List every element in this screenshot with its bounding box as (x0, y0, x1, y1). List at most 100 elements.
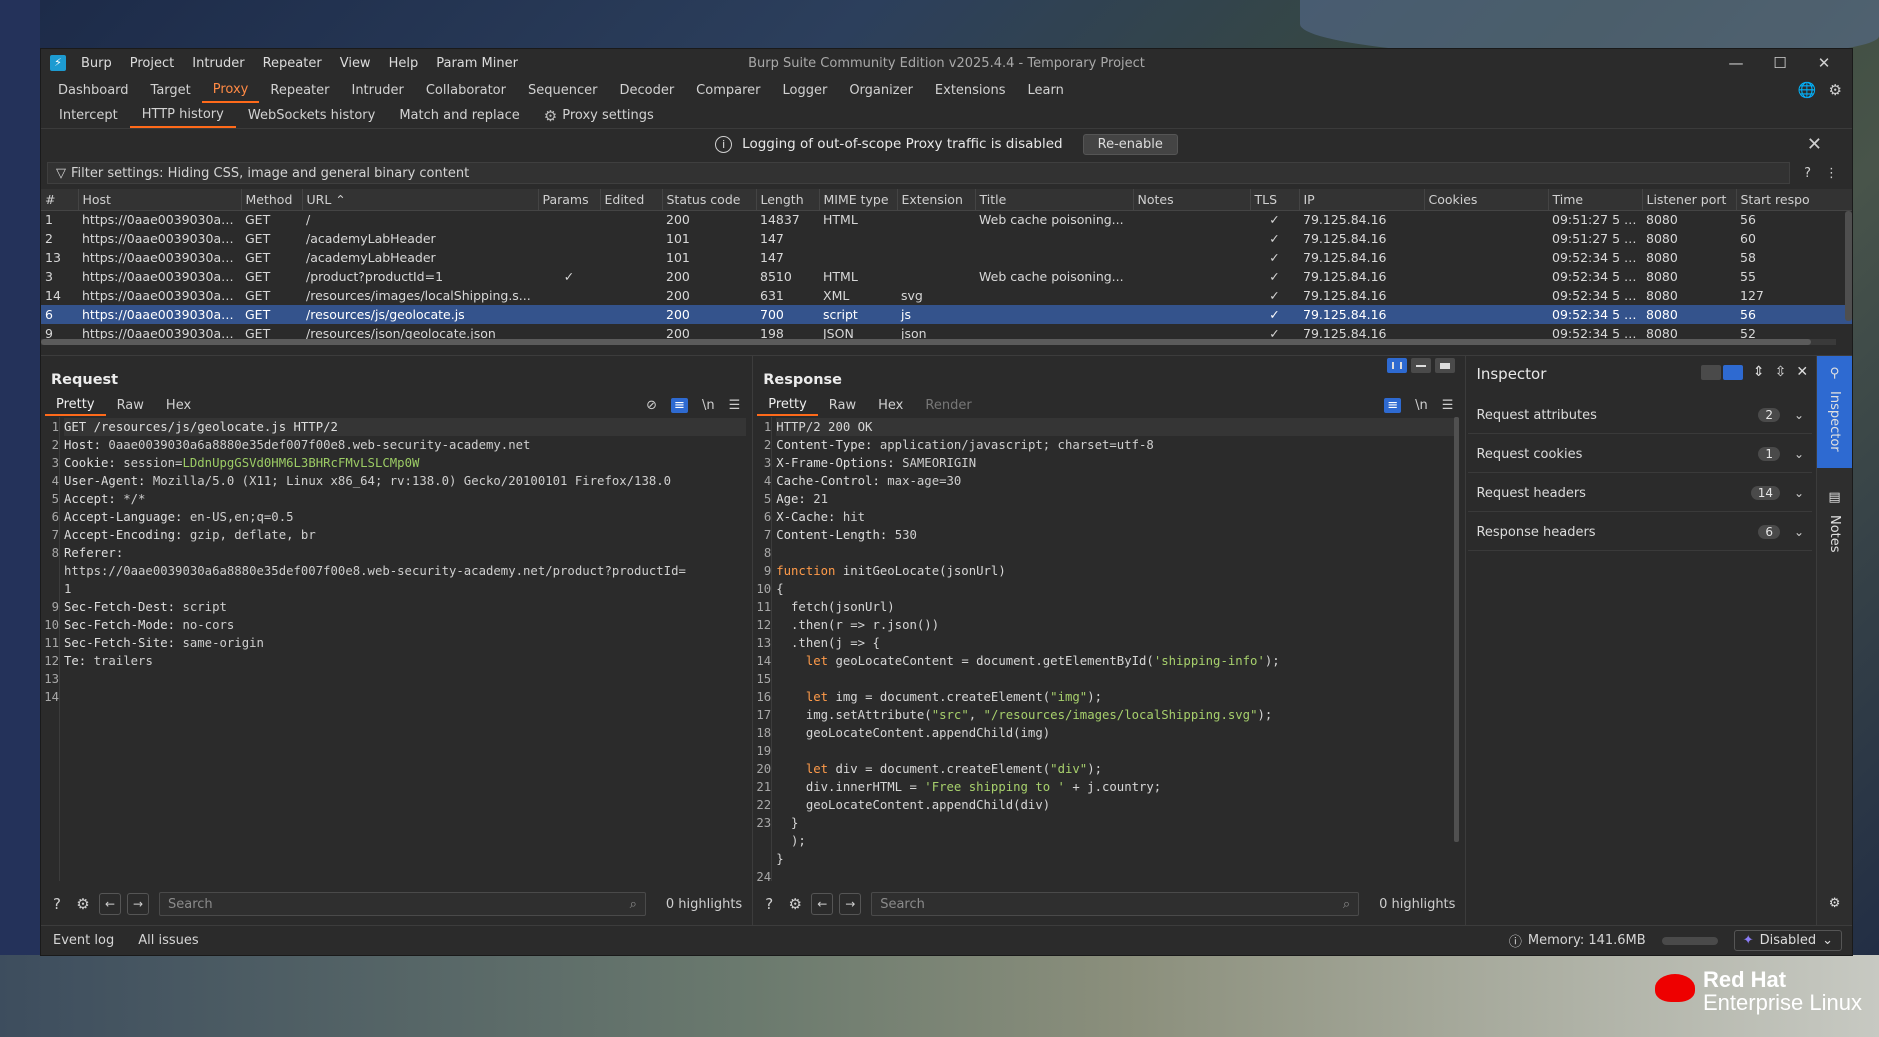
more-options-icon[interactable]: ⋮ (1825, 166, 1838, 181)
menu-icon[interactable]: ☰ (729, 398, 741, 413)
sidebar-settings[interactable]: ⚙ (1817, 886, 1852, 916)
tab-comparer[interactable]: Comparer (685, 77, 771, 103)
table-row[interactable]: 13 https://0aae0039030a6a888... GET/academ… (41, 248, 1852, 267)
minimize-icon[interactable]: — (1714, 49, 1758, 77)
response-scrollbar[interactable] (1454, 417, 1460, 842)
col-header[interactable]: Host (78, 189, 242, 211)
help-icon[interactable]: ? (47, 894, 67, 914)
col-header[interactable]: Time (1548, 189, 1643, 211)
response-tab-raw[interactable]: Raw (818, 394, 867, 416)
settings-gear-icon[interactable]: ⚙ (785, 894, 805, 914)
request-editor[interactable]: 1 2 3 4 5 6 7 8 9 10 11 12 13 14 GET /resources/js/ge… (41, 417, 747, 881)
tab-logger[interactable]: Logger (772, 77, 839, 103)
col-header[interactable]: IP (1299, 189, 1425, 211)
menu-param-miner[interactable]: Param Miner (429, 56, 525, 71)
inspector-request-cookies[interactable]: Request cookies 1 ⌄ (1468, 436, 1813, 473)
menu-view[interactable]: View (333, 56, 378, 71)
newline-toggle[interactable]: \n (702, 398, 715, 413)
col-header[interactable]: Length (756, 189, 820, 211)
request-tab-raw[interactable]: Raw (106, 394, 155, 416)
table-vertical-scrollbar[interactable] (1845, 211, 1852, 321)
col-header-sorted[interactable]: URL ⌃ (302, 189, 539, 211)
col-header[interactable]: Start respo (1736, 189, 1852, 211)
table-row[interactable]: 2 https://0aae0039030a6a888... GET/academy… (41, 229, 1852, 248)
layout-single-icon[interactable] (1700, 364, 1721, 380)
response-code[interactable]: HTTP/2 200 OK Content-Type: application/j… (772, 417, 1460, 881)
col-header[interactable]: Notes (1133, 189, 1251, 211)
event-log-button[interactable]: Event log (41, 933, 126, 948)
split-horizontal-icon[interactable] (1387, 358, 1408, 373)
tab-intruder[interactable]: Intruder (340, 77, 414, 103)
globe-icon[interactable]: 🌐 (1798, 81, 1817, 99)
col-header[interactable]: Method (241, 189, 303, 211)
tab-learn[interactable]: Learn (1017, 77, 1075, 103)
menu-help[interactable]: Help (382, 56, 426, 71)
col-header[interactable]: Title (975, 189, 1134, 211)
back-arrow-icon[interactable]: ← (99, 893, 121, 915)
tab-intercept[interactable]: Intercept (47, 103, 130, 128)
request-code[interactable]: GET /resources/js/geolocate.js HTTP/2 Hos… (60, 417, 747, 881)
response-tab-render[interactable]: Render (914, 394, 982, 416)
table-row[interactable]: 6https://0aae0039030a6a888...GET/resourc… (41, 305, 1852, 324)
tab-match-and-replace[interactable]: Match and replace (387, 103, 531, 128)
help-icon[interactable]: ? (1804, 166, 1811, 181)
col-header[interactable]: Listener port (1642, 189, 1737, 211)
split-vertical-icon[interactable] (1411, 358, 1432, 373)
hide-icon[interactable]: ⊘ (646, 398, 657, 413)
all-issues-button[interactable]: All issues (126, 933, 210, 948)
col-header[interactable]: MIME type (819, 189, 898, 211)
collapse-all-icon[interactable]: ⇳ (1775, 364, 1787, 380)
inspector-request-attributes[interactable]: Request attributes 2 ⌄ (1468, 397, 1813, 434)
close-window-icon[interactable]: ✕ (1802, 49, 1846, 77)
tab-proxy[interactable]: Proxy (201, 77, 260, 103)
request-tab-pretty[interactable]: Pretty (45, 394, 106, 416)
sidebar-tab-inspector[interactable]: ⚲ Inspector (1817, 356, 1852, 468)
word-wrap-icon[interactable]: ≡ (671, 397, 688, 413)
tab-decoder[interactable]: Decoder (608, 77, 685, 103)
forward-arrow-icon[interactable]: → (839, 893, 862, 915)
settings-gear-icon[interactable]: ⚙ (1829, 81, 1842, 99)
table-row[interactable]: 1 https://0aae0039030a6a888...GET / 200 1483… (41, 210, 1852, 229)
ai-toggle-dropdown[interactable]: ✦ Disabled ⌄ (1733, 930, 1842, 951)
col-header[interactable]: Extension (897, 189, 976, 211)
forward-arrow-icon[interactable]: → (127, 893, 149, 915)
tab-proxy-settings[interactable]: ⚙ Proxy settings (532, 103, 666, 128)
word-wrap-icon[interactable]: ≡ (1384, 397, 1402, 413)
sidebar-tab-notes[interactable]: ▤ Notes (1817, 480, 1852, 570)
expand-all-icon[interactable]: ⇕ (1753, 364, 1765, 380)
inspector-response-headers[interactable]: Response headers 6 ⌄ (1468, 514, 1813, 551)
maximize-icon[interactable]: ☐ (1758, 49, 1802, 77)
menu-intruder[interactable]: Intruder (185, 56, 251, 71)
layout-split-icon[interactable] (1722, 364, 1743, 380)
col-header[interactable]: TLS (1250, 189, 1300, 211)
tab-sequencer[interactable]: Sequencer (517, 77, 608, 103)
tab-http-history[interactable]: HTTP history (129, 103, 236, 128)
table-row[interactable]: 3 https://0aae0039030a6a888... GET/product… (41, 267, 1852, 286)
col-header[interactable]: # (41, 189, 79, 211)
response-tab-hex[interactable]: Hex (867, 394, 914, 416)
filter-settings-field[interactable]: ▽ Filter settings: Hiding CSS, image and… (47, 162, 1791, 184)
tab-extensions[interactable]: Extensions (924, 77, 1017, 103)
menu-repeater[interactable]: Repeater (256, 56, 329, 71)
response-tab-pretty[interactable]: Pretty (757, 394, 818, 416)
tab-repeater[interactable]: Repeater (259, 77, 340, 103)
inspector-request-headers[interactable]: Request headers 14 ⌄ (1468, 475, 1813, 512)
tab-organizer[interactable]: Organizer (838, 77, 924, 103)
menu-project[interactable]: Project (123, 56, 181, 71)
col-header[interactable]: Params (538, 189, 601, 211)
request-search-input[interactable]: Search ⌕ (159, 892, 646, 916)
col-header[interactable]: Status code (662, 189, 757, 211)
col-header[interactable]: Edited (600, 189, 663, 211)
re-enable-button[interactable]: Re-enable (1082, 133, 1178, 155)
help-icon[interactable]: ? (759, 894, 779, 914)
newline-toggle[interactable]: \n (1415, 398, 1428, 413)
tab-websockets-history[interactable]: WebSockets history (236, 103, 387, 128)
table-horizontal-scrollbar[interactable] (41, 339, 1836, 345)
tab-collaborator[interactable]: Collaborator (415, 77, 517, 103)
table-row[interactable]: 14 https://0aae0039030a6a888... GET/resour… (41, 286, 1852, 305)
close-icon[interactable]: ✕ (1807, 134, 1822, 155)
tabs-layout-icon[interactable] (1435, 358, 1456, 373)
tab-target[interactable]: Target (140, 77, 202, 103)
col-header[interactable]: Cookies (1424, 189, 1549, 211)
settings-gear-icon[interactable]: ⚙ (73, 894, 93, 914)
